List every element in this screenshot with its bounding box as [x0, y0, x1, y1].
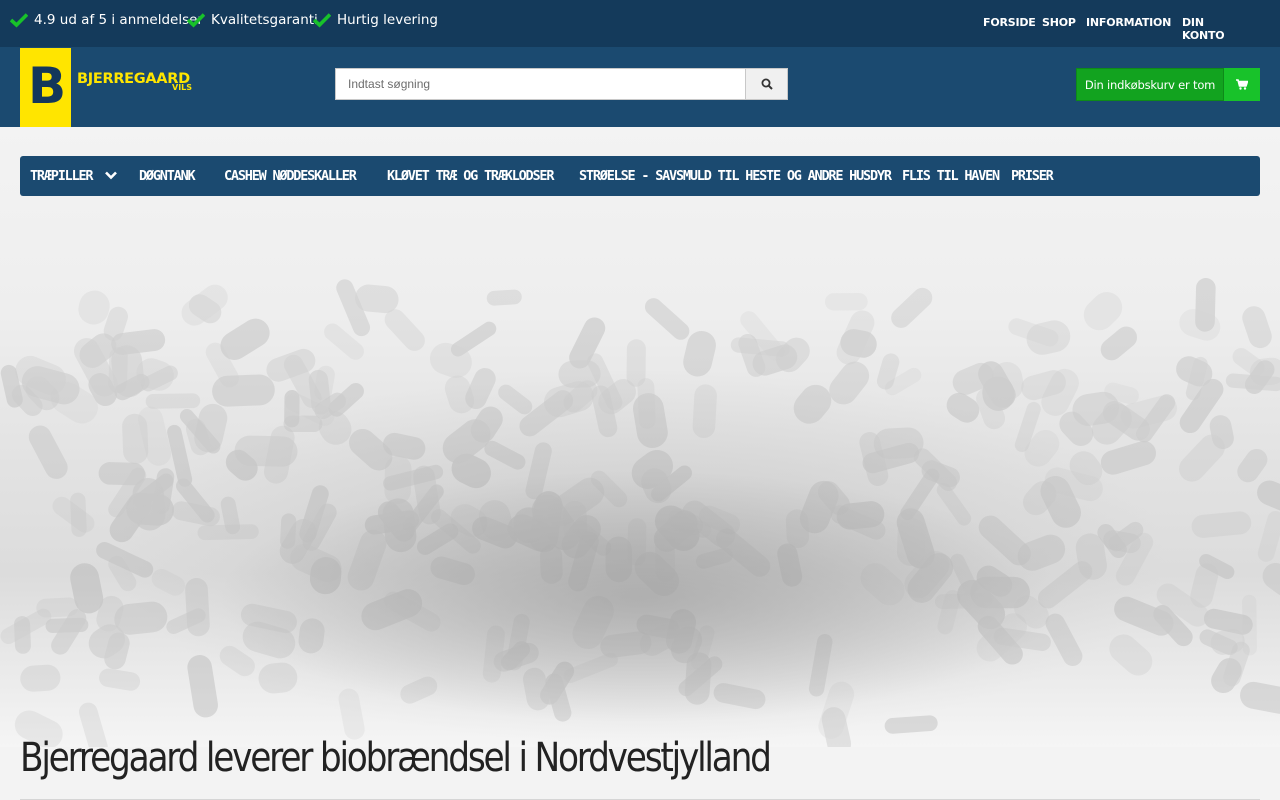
check-icon [187, 13, 205, 28]
usp-reviews: 4.9 ud af 5 i anmeldelser [10, 12, 203, 28]
usp-quality: Kvalitetsgaranti [187, 12, 318, 28]
chevron-down-icon[interactable] [104, 168, 118, 182]
logo-box: B [20, 48, 71, 127]
page-heading: Bjerregaard leverer biobrændsel i Nordve… [20, 735, 772, 781]
search-button[interactable] [746, 68, 788, 100]
nav-doegntank[interactable]: DØGNTANK [139, 168, 196, 184]
search-input[interactable] [335, 68, 746, 100]
main-nav: TRÆPILLER DØGNTANK CASHEW NØDDESKALLER K… [20, 156, 1260, 196]
cart-label: Din indkøbskurv er tom [1076, 68, 1224, 101]
nav-cashew[interactable]: CASHEW NØDDESKALLER [224, 168, 357, 184]
logo-letter: B [28, 57, 67, 115]
usp-label: 4.9 ud af 5 i anmeldelser [34, 12, 203, 28]
logo[interactable]: B BJERREGAARD VILS [20, 48, 192, 127]
nav-priser[interactable]: PRISER [1011, 168, 1054, 184]
cart-icon [1236, 79, 1248, 90]
nav-kloevet-trae[interactable]: KLØVET TRÆ OG TRÆKLODSER [387, 168, 554, 184]
cart-icon-box [1224, 68, 1260, 101]
check-icon [10, 13, 28, 28]
nav-traepiller[interactable]: TRÆPILLER [30, 168, 94, 184]
topnav-forside[interactable]: FORSIDE [983, 16, 1036, 29]
topnav-information[interactable]: INFORMATION [1086, 16, 1171, 29]
cart-button[interactable]: Din indkøbskurv er tom [1076, 68, 1260, 101]
logo-sub: VILS [172, 83, 193, 92]
usp-label: Kvalitetsgaranti [211, 12, 318, 28]
check-icon [313, 13, 331, 28]
topnav-shop[interactable]: SHOP [1042, 16, 1076, 29]
usp-delivery: Hurtig levering [313, 12, 438, 28]
hero-image [0, 127, 1280, 747]
search-bar [335, 68, 788, 100]
topnav-din-konto[interactable]: DIN KONTO [1182, 16, 1244, 42]
pellets-background [0, 278, 1280, 747]
usp-label: Hurtig levering [337, 12, 438, 28]
top-bar: 4.9 ud af 5 i anmeldelser Kvalitetsgaran… [0, 0, 1280, 47]
search-icon [761, 78, 773, 90]
site-header: B BJERREGAARD VILS Din indkøbskurv er to… [0, 47, 1280, 127]
nav-stroelse[interactable]: STRØELSE - SAVSMULD TIL HESTE OG ANDRE H… [579, 168, 892, 184]
nav-flis[interactable]: FLIS TIL HAVEN [902, 168, 1000, 184]
